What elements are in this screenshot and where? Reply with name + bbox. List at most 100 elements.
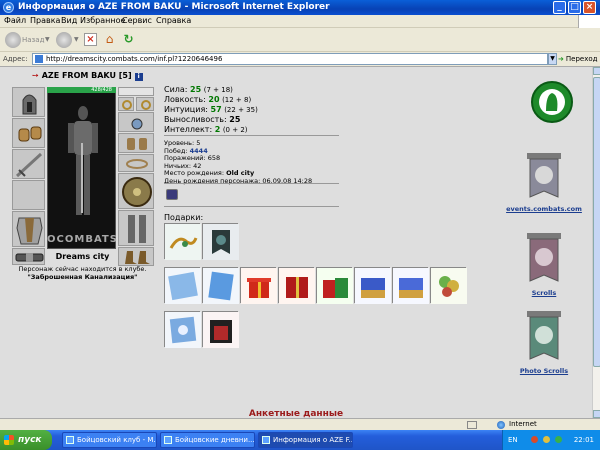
gift-item[interactable] xyxy=(164,223,201,260)
windows-logo-icon xyxy=(4,435,14,445)
gift-item[interactable] xyxy=(202,223,239,260)
events-ad[interactable] xyxy=(522,81,582,123)
stats-block: Сила: 25 (7 + 18) Ловкость: 20 (12 + 8) … xyxy=(164,85,258,135)
minimize-icon[interactable]: _ xyxy=(553,1,566,14)
photo-scrolls-banner[interactable]: Photo Scrolls xyxy=(504,311,584,375)
amulet-icon xyxy=(131,118,143,130)
stop-icon[interactable]: × xyxy=(84,33,97,46)
card-icon xyxy=(165,312,201,348)
taskbar-item[interactable]: Бойцовские дневни... xyxy=(160,432,255,448)
address-input[interactable]: http://dreamscity.combats.com/inf.pl?122… xyxy=(32,53,548,65)
weapon-slot[interactable] xyxy=(12,149,45,179)
system-tray: EN 22:01 xyxy=(502,430,600,450)
club-name: Dreams city xyxy=(55,252,110,261)
menu-view[interactable]: Вид xyxy=(61,16,77,25)
item-bouquet[interactable] xyxy=(430,267,467,304)
leggings-slot[interactable] xyxy=(118,210,154,246)
basket-icon xyxy=(355,268,391,304)
taskbar-item[interactable]: Бойцовский клуб - М... xyxy=(62,432,157,448)
knight-figure xyxy=(68,106,98,215)
armor-icon xyxy=(16,217,43,245)
tray-icon[interactable] xyxy=(531,436,538,443)
empty-slot[interactable] xyxy=(12,180,45,210)
tray-icon[interactable] xyxy=(543,436,550,443)
gift-dragon-icon xyxy=(165,224,201,260)
ring-icon xyxy=(122,100,132,110)
bracers-slot[interactable] xyxy=(12,118,45,148)
language-indicator[interactable]: EN xyxy=(508,436,518,444)
ie-icon: e xyxy=(3,2,14,13)
menu-favorites[interactable]: Избранное xyxy=(80,16,125,25)
start-button[interactable]: пуск xyxy=(0,430,52,450)
shield-slot[interactable] xyxy=(118,173,154,209)
card-icon xyxy=(165,268,201,304)
status-icons-slot[interactable] xyxy=(118,87,154,96)
item-card[interactable] xyxy=(202,267,239,304)
item-card[interactable] xyxy=(164,267,201,304)
scroll-thumb[interactable] xyxy=(593,77,600,367)
character-avatar xyxy=(47,88,116,249)
gifts-label: Подарки: xyxy=(164,213,204,222)
item-gift-box[interactable] xyxy=(240,267,277,304)
menu-bar: Файл Правка Вид Избранное Сервис Справка xyxy=(0,15,600,28)
section-title: Анкетные данные xyxy=(248,409,344,418)
back-label[interactable]: Назад xyxy=(22,36,44,44)
go-label: Переход xyxy=(565,55,598,63)
info-icon[interactable]: i xyxy=(134,73,143,81)
go-button[interactable]: ➜ Переход xyxy=(558,53,597,65)
menu-help[interactable]: Справка xyxy=(156,16,191,25)
window-title: Информация о AZE FROM BAKU - Microsoft I… xyxy=(18,2,330,12)
menu-edit[interactable]: Правка xyxy=(30,16,60,25)
menu-tools[interactable]: Сервис xyxy=(122,16,152,25)
leggings-icon xyxy=(128,215,146,243)
sword-icon xyxy=(15,152,43,178)
tray-icon[interactable] xyxy=(555,436,562,443)
location-name: "Заброшенная Канализация" xyxy=(27,273,138,281)
item-basket[interactable] xyxy=(354,267,391,304)
back-icon[interactable] xyxy=(5,32,21,48)
stat-endurance: Выносливость: 25 xyxy=(164,115,241,124)
taskbar-item-active[interactable]: Информация о AZE F... xyxy=(258,432,353,448)
club-logo: OCOMBATS xyxy=(47,234,118,245)
scrolls-link[interactable]: Scrolls xyxy=(504,289,584,297)
helmet-slot[interactable] xyxy=(12,87,45,117)
bracelet-slot[interactable] xyxy=(118,154,154,172)
ie-icon xyxy=(66,436,74,444)
home-icon[interactable]: ⌂ xyxy=(103,33,116,46)
item-gift-box[interactable] xyxy=(278,267,315,304)
item-bag[interactable] xyxy=(202,311,239,348)
stat-intellect: Интеллект: 2 (0 + 2) xyxy=(164,125,248,134)
item-gift-box[interactable] xyxy=(316,267,353,304)
close-icon[interactable]: × xyxy=(583,1,596,14)
item-basket[interactable] xyxy=(392,267,429,304)
pointer-arrow-icon: ➙ xyxy=(32,71,39,80)
forward-icon[interactable] xyxy=(56,32,72,48)
ie-icon xyxy=(164,436,172,444)
events-banner[interactable]: events.combats.com xyxy=(504,153,584,213)
menu-file[interactable]: Файл xyxy=(4,16,26,25)
status-bar: Internet xyxy=(0,418,600,430)
location-text: Персонаж сейчас находится в клубе. xyxy=(18,265,147,273)
armor-slot[interactable] xyxy=(12,211,45,247)
ie-icon xyxy=(262,436,270,444)
events-link[interactable]: events.combats.com xyxy=(504,205,584,213)
ring-slot-2[interactable] xyxy=(136,97,154,111)
gloves-slot[interactable] xyxy=(118,133,154,153)
refresh-icon[interactable]: ↻ xyxy=(122,33,135,46)
maximize-icon[interactable]: □ xyxy=(568,1,581,14)
scroll-up-icon[interactable] xyxy=(593,67,600,75)
forward-dropdown-icon[interactable]: ▼ xyxy=(74,36,79,43)
vertical-scrollbar[interactable] xyxy=(592,67,600,418)
scroll-down-icon[interactable] xyxy=(593,410,600,418)
item-card[interactable] xyxy=(164,311,201,348)
back-dropdown-icon[interactable]: ▼ xyxy=(45,36,50,43)
ring-slot-1[interactable] xyxy=(118,97,134,111)
stat-agility: Ловкость: 20 (12 + 8) xyxy=(164,95,252,104)
gift-banner-icon xyxy=(203,224,239,260)
scrolls-banner[interactable]: Scrolls xyxy=(504,233,584,297)
amulet-slot[interactable] xyxy=(118,112,154,132)
address-dropdown-icon[interactable]: ▼ xyxy=(548,53,557,65)
clan-badge-icon[interactable] xyxy=(166,189,178,200)
start-label: пуск xyxy=(18,435,42,445)
photo-scrolls-link[interactable]: Photo Scrolls xyxy=(504,367,584,375)
